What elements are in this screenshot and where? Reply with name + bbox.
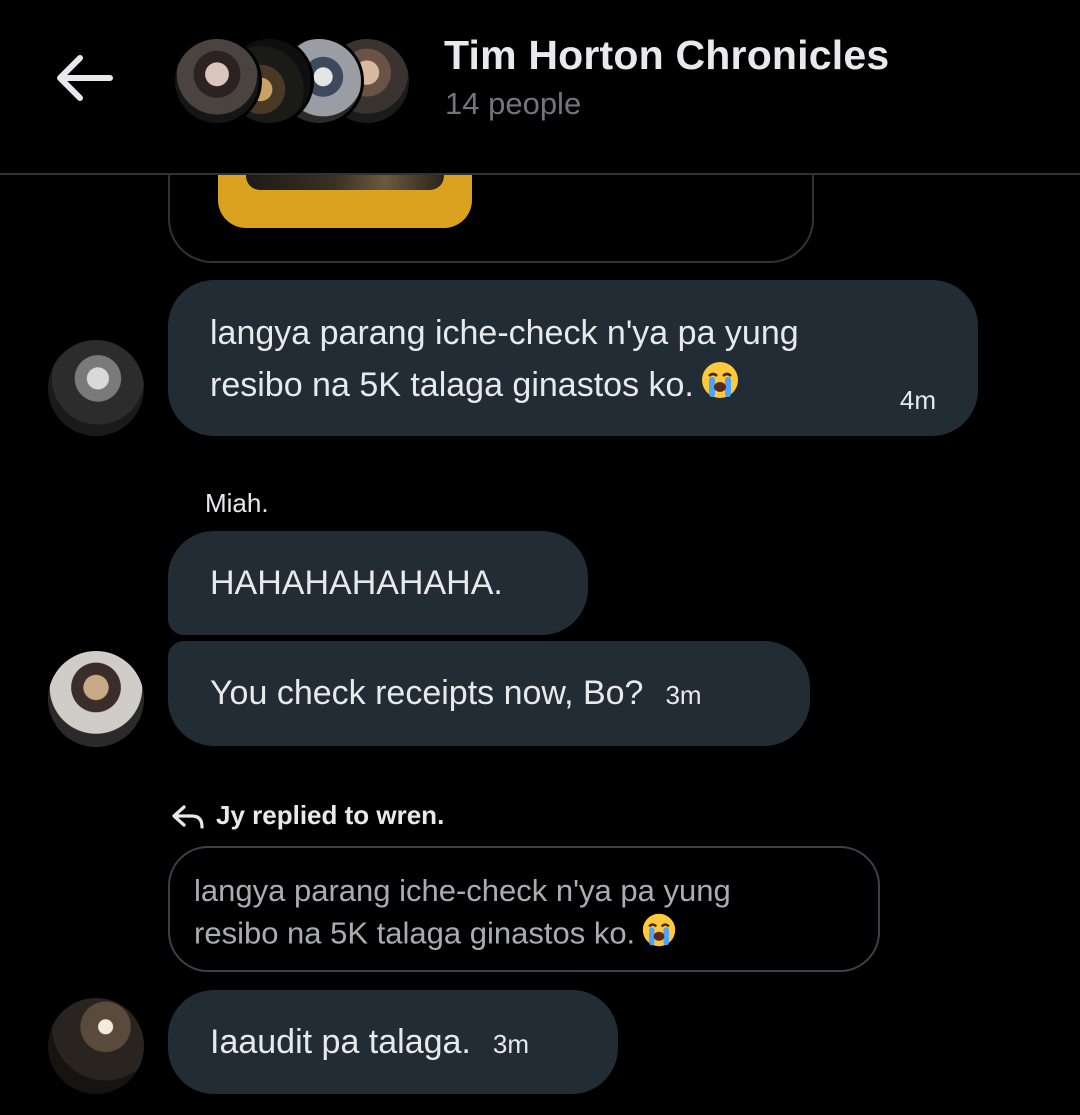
message-bubble[interactable]: langya parang iche-check n'ya pa yung re… [168,280,978,436]
avatar[interactable] [48,998,144,1094]
quoted-text-line: resibo na 5K talaga ginastos ko. [194,912,854,959]
member-count[interactable]: 14 people [445,86,581,122]
message-text-line: langya parang iche-check n'ya pa yung [210,314,799,352]
message-bubble[interactable]: Iaaudit pa talaga. 3m [168,990,618,1094]
message-timestamp: 3m [665,680,702,710]
message-text-line: resibo na 5K talaga ginastos ko. [210,359,936,415]
message-text: Iaaudit pa talaga. [210,1023,471,1061]
message-timestamp: 4m [899,385,936,415]
sender-name[interactable]: Miah. [205,488,269,519]
quoted-text-line: langya parang iche-check n'ya pa yung [194,873,731,908]
reply-arrow-icon [172,805,204,829]
conversation-title[interactable]: Tim Horton Chronicles [444,32,889,79]
message-bubble[interactable]: HAHAHAHAHAHA. [168,531,588,635]
arrow-left-icon [57,55,113,101]
quoted-message[interactable]: langya parang iche-check n'ya pa yung re… [168,846,880,972]
message-timestamp: 3m [492,1029,530,1059]
message-bubble[interactable]: You check receipts now, Bo? 3m [168,641,810,746]
reply-info-text: Jy replied to wren. [216,800,445,830]
loudly-crying-face-icon [700,360,740,415]
loudly-crying-face-icon [641,912,677,959]
message-text: HAHAHAHAHAHA. [210,564,503,602]
member-avatar [172,36,262,126]
reply-indicator: Jy replied to wren. [170,800,444,831]
avatar[interactable] [48,340,144,436]
avatar[interactable] [48,651,144,747]
back-button[interactable] [52,48,116,108]
conversation-header: Tim Horton Chronicles 14 people [0,0,1080,175]
message-text: You check receipts now, Bo? [210,674,644,712]
group-avatar-stack[interactable] [172,36,412,126]
